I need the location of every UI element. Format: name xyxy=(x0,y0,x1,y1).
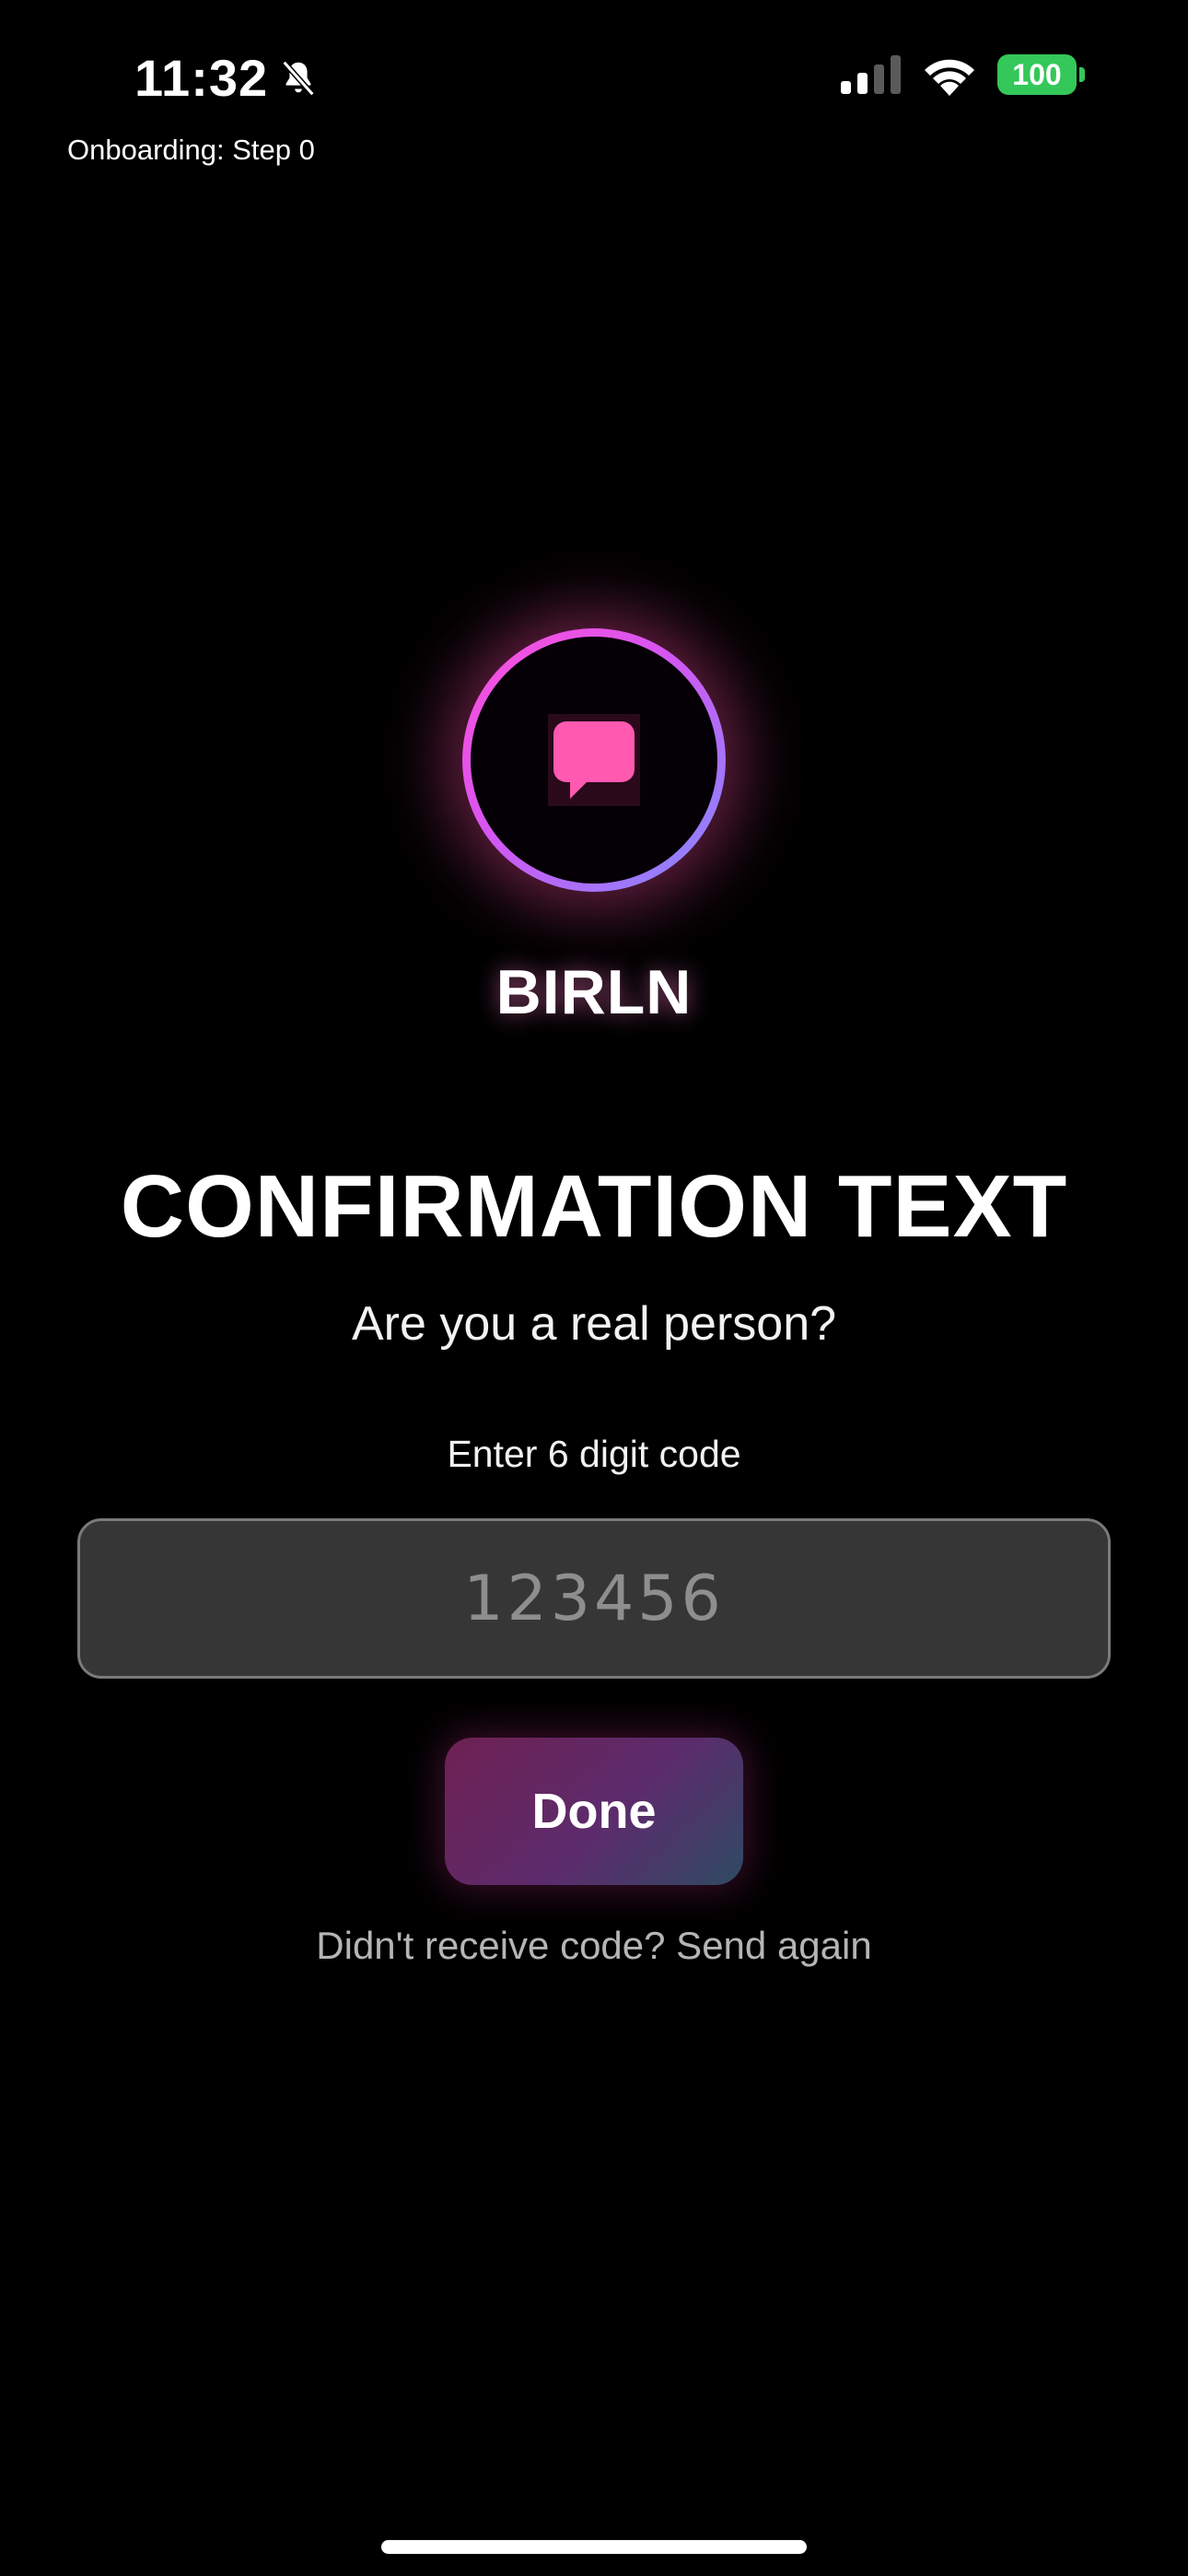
code-input-label: Enter 6 digit code xyxy=(447,1433,741,1475)
page-subtitle: Are you a real person? xyxy=(351,1297,837,1351)
status-icons: 100 xyxy=(841,53,1085,96)
resend-code-link[interactable]: Didn't receive code? Send again xyxy=(0,1924,1188,1968)
cellular-signal-icon xyxy=(841,55,901,94)
app-logo xyxy=(462,628,726,892)
battery-level: 100 xyxy=(997,54,1077,95)
verification-code-input[interactable] xyxy=(77,1518,1111,1679)
brand-name: BIRLN xyxy=(495,957,693,1027)
battery-indicator: 100 xyxy=(997,54,1085,95)
wifi-icon xyxy=(925,59,974,96)
status-time-text: 11:32 xyxy=(134,49,269,107)
bell-slash-icon xyxy=(282,60,315,96)
done-button[interactable]: Done xyxy=(445,1738,743,1885)
page-title: CONFIRMATION TEXT xyxy=(120,1157,1068,1256)
onboarding-step-label: Onboarding: Step 0 xyxy=(67,134,315,166)
logo-inner-circle xyxy=(471,637,717,884)
status-time: 11:32 xyxy=(134,48,320,108)
chat-bubble-icon xyxy=(548,714,640,806)
battery-cap xyxy=(1079,67,1085,82)
home-indicator xyxy=(381,2540,807,2554)
